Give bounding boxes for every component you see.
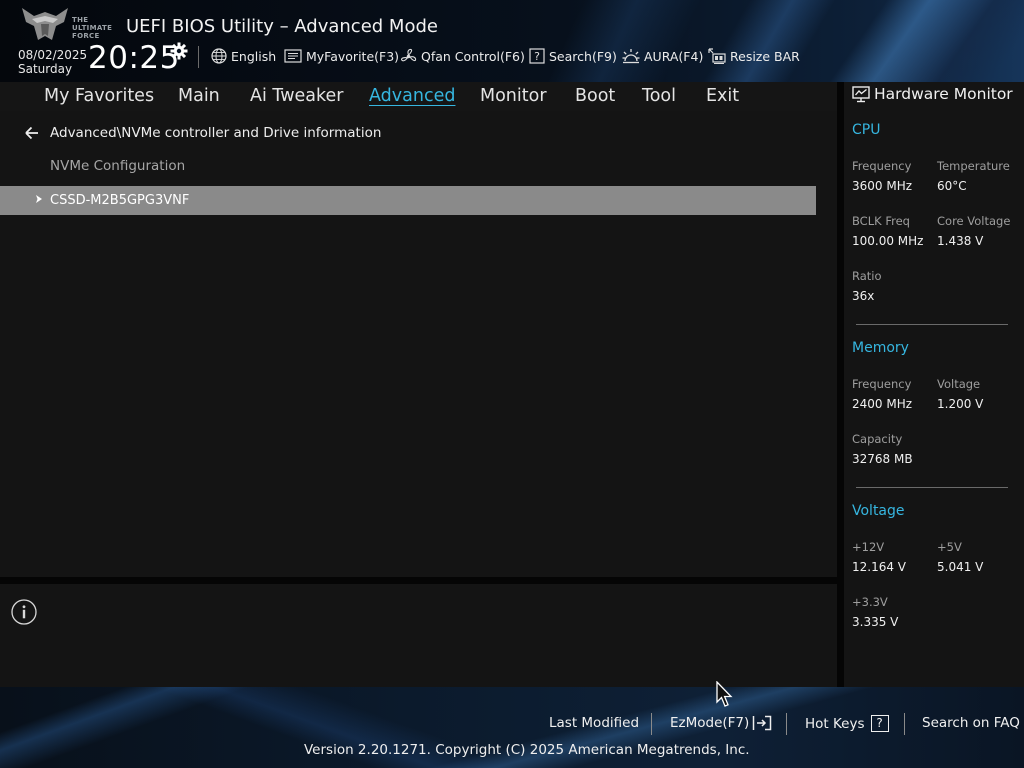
app-title: UEFI BIOS Utility – Advanced Mode xyxy=(126,16,438,37)
tab-boot[interactable]: Boot xyxy=(575,86,615,106)
aura-label: AURA(F4) xyxy=(644,48,704,64)
logo-text-line-1: THE xyxy=(72,16,89,24)
hardware-monitor-title: Hardware Monitor xyxy=(874,85,1013,103)
hw-12v-label: +12V xyxy=(852,540,885,554)
hot-keys-question-icon: ? xyxy=(870,715,889,732)
hw-memory-frequency-label: Frequency xyxy=(852,377,912,391)
hw-cpu-bclk-value: 100.00 MHz xyxy=(852,234,924,248)
day-display: Saturday xyxy=(18,62,73,76)
hw-memory-voltage-label: Voltage xyxy=(937,377,981,391)
hw-cpu-frequency-value: 3600 MHz xyxy=(852,179,913,193)
section-label: NVMe Configuration xyxy=(50,158,186,174)
hw-cpu-core-voltage-value: 1.438 V xyxy=(937,234,984,248)
hw-cpu-frequency-label: Frequency xyxy=(852,159,912,173)
language-label: English xyxy=(231,48,277,64)
favorite-icon xyxy=(284,49,302,63)
hw-12v-value: 12.164 V xyxy=(852,560,907,574)
hw-divider-memory xyxy=(856,487,1008,488)
hot-keys-button[interactable]: Hot Keys ? xyxy=(805,715,889,732)
hw-cpu-bclk-label: BCLK Freq xyxy=(852,214,910,228)
qfan-control-label: Qfan Control(F6) xyxy=(421,48,525,64)
mouse-cursor-icon xyxy=(716,681,733,707)
hardware-monitor-header: Hardware Monitor xyxy=(852,85,1013,103)
resize-bar-icon xyxy=(708,47,726,64)
myfavorite-button[interactable]: MyFavorite(F3) xyxy=(284,45,399,67)
hw-3v3-value: 3.335 V xyxy=(852,615,899,629)
tab-monitor[interactable]: Monitor xyxy=(480,86,547,106)
monitor-icon xyxy=(852,85,870,102)
hw-divider-cpu xyxy=(856,324,1008,325)
aura-icon xyxy=(622,49,640,64)
header-bar: THE ULTIMATE FORCE UEFI BIOS Utility – A… xyxy=(0,0,1024,82)
globe-icon xyxy=(211,48,227,64)
hw-memory-title: Memory xyxy=(852,340,909,356)
tuf-logo: THE ULTIMATE FORCE xyxy=(20,6,112,42)
clock-settings-gear-icon[interactable] xyxy=(170,42,188,60)
hot-keys-label: Hot Keys xyxy=(805,715,865,732)
tab-exit[interactable]: Exit xyxy=(706,86,739,106)
footer-divider-2 xyxy=(786,713,787,735)
breadcrumb: Advanced\NVMe controller and Drive infor… xyxy=(50,125,382,141)
ezmode-switch-icon xyxy=(753,715,772,731)
fan-icon xyxy=(400,48,417,61)
hw-memory-capacity-value: 32768 MB xyxy=(852,452,913,466)
clock-display: 20:25 xyxy=(88,40,180,76)
hw-cpu-temperature-value: 60°C xyxy=(937,179,967,193)
hw-cpu-temperature-label: Temperature xyxy=(937,159,1010,173)
hw-5v-value: 5.041 V xyxy=(937,560,984,574)
footer-divider-1 xyxy=(651,713,652,735)
tab-ai-tweaker[interactable]: Ai Tweaker xyxy=(250,86,343,106)
search-button[interactable]: ? Search(F9) xyxy=(529,45,617,67)
search-on-faq-button[interactable]: Search on FAQ xyxy=(922,715,1020,731)
hw-cpu-title: CPU xyxy=(852,122,881,138)
back-arrow-icon[interactable] xyxy=(24,125,40,141)
svg-text:?: ? xyxy=(534,50,540,63)
hw-3v3-label: +3.3V xyxy=(852,595,888,609)
last-modified-button[interactable]: Last Modified xyxy=(549,715,639,731)
nvme-drive-label: CSSD-M2B5GPG3VNF xyxy=(50,193,190,208)
tab-advanced[interactable]: Advanced xyxy=(369,86,455,106)
search-label: Search(F9) xyxy=(549,48,617,64)
tab-main[interactable]: Main xyxy=(178,86,220,106)
hw-memory-capacity-label: Capacity xyxy=(852,432,903,446)
ezmode-button[interactable]: EzMode(F7) xyxy=(670,715,772,731)
hw-cpu-ratio-label: Ratio xyxy=(852,269,882,283)
hw-voltage-title: Voltage xyxy=(852,503,905,519)
hw-memory-voltage-value: 1.200 V xyxy=(937,397,984,411)
help-divider xyxy=(0,577,837,584)
nvme-drive-item[interactable]: CSSD-M2B5GPG3VNF xyxy=(0,186,816,215)
hw-5v-label: +5V xyxy=(937,540,962,554)
version-copyright: Version 2.20.1271. Copyright (C) 2025 Am… xyxy=(304,742,750,758)
tuf-shield-icon xyxy=(22,8,68,40)
hw-memory-frequency-value: 2400 MHz xyxy=(852,397,913,411)
submenu-arrow-icon xyxy=(36,195,42,203)
info-icon xyxy=(11,599,37,625)
hw-cpu-ratio-value: 36x xyxy=(852,289,875,303)
search-on-faq-label: Search on FAQ xyxy=(922,715,1020,731)
hw-cpu-core-voltage-label: Core Voltage xyxy=(937,214,1011,228)
hardware-monitor-separator xyxy=(837,82,844,687)
logo-text-line-2: ULTIMATE xyxy=(72,24,113,32)
language-button[interactable]: English xyxy=(211,45,276,67)
ezmode-label: EzMode(F7) xyxy=(670,715,750,731)
header-divider xyxy=(198,46,199,68)
aura-button[interactable]: AURA(F4) xyxy=(622,45,703,67)
myfavorite-label: MyFavorite(F3) xyxy=(306,48,400,64)
last-modified-label: Last Modified xyxy=(549,715,640,731)
resize-bar-label: Resize BAR xyxy=(730,48,800,64)
date-display: 08/02/2025 xyxy=(18,48,88,62)
logo-text-line-3: FORCE xyxy=(72,32,100,40)
footer-divider-3 xyxy=(904,713,905,735)
tab-my-favorites[interactable]: My Favorites xyxy=(44,86,154,106)
help-description-panel xyxy=(0,584,837,687)
search-help-icon: ? xyxy=(529,48,545,64)
qfan-control-button[interactable]: Qfan Control(F6) xyxy=(400,45,525,67)
settings-content-panel xyxy=(0,111,837,577)
resize-bar-button[interactable]: Resize BAR xyxy=(708,45,800,67)
tab-tool[interactable]: Tool xyxy=(642,86,676,106)
